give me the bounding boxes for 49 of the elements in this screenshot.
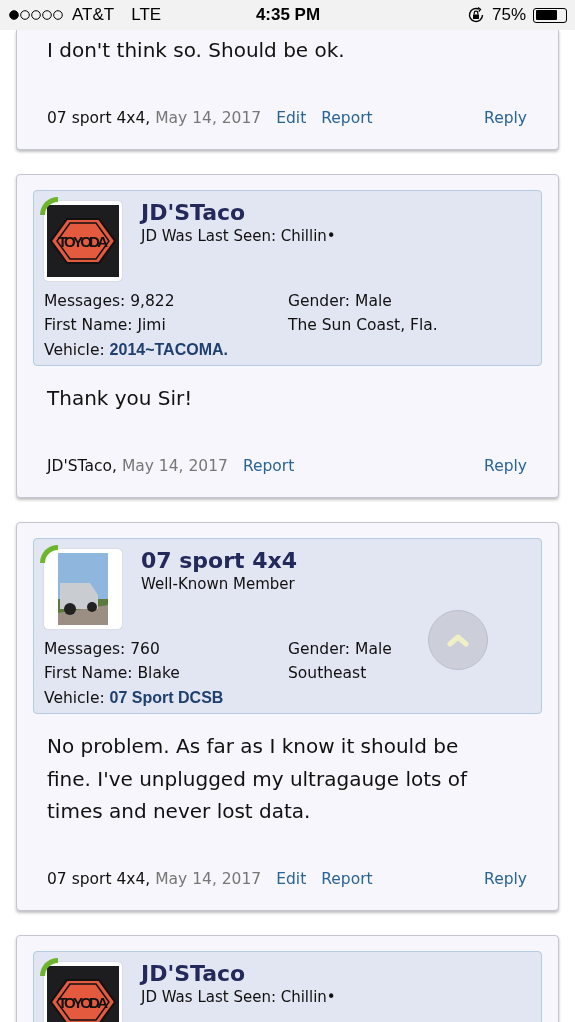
stat-value: Male bbox=[355, 639, 392, 658]
stat-value: Male bbox=[355, 291, 392, 310]
post-author: 07 sport 4x4, bbox=[47, 108, 151, 127]
stat-label: Messages: bbox=[44, 291, 126, 310]
post-action-link[interactable]: Report bbox=[321, 106, 373, 129]
username-link[interactable]: 07 sport 4x4 bbox=[141, 547, 298, 574]
stat-label: Gender: bbox=[288, 291, 351, 310]
network-label: LTE bbox=[131, 5, 162, 25]
post-date: May 14, 2017 bbox=[155, 108, 262, 127]
stat-value: Southeast bbox=[288, 664, 367, 682]
post-action-link[interactable]: Report bbox=[242, 454, 295, 477]
vehicle-link[interactable]: 2014~TACOMA. bbox=[109, 340, 228, 358]
stat-value: 9,822 bbox=[130, 291, 175, 310]
user-title: Well-Known Member bbox=[141, 573, 296, 594]
vehicle-link[interactable]: 07 Sport DCSB bbox=[109, 688, 224, 706]
post-date: May 14, 2017 bbox=[155, 869, 262, 888]
user-title: JD Was Last Seen: Chillin• bbox=[141, 225, 336, 246]
post-author: JD'STaco, bbox=[47, 456, 117, 475]
post-action-link[interactable]: Edit bbox=[276, 867, 307, 890]
battery-percentage: 75% bbox=[491, 5, 526, 25]
signal-strength-icon bbox=[9, 9, 65, 21]
user-title: JD Was Last Seen: Chillin• bbox=[141, 986, 336, 1007]
post-message: No problem. As far as I know it should be fine. I've unplugged my ultragauge lots of times and never lost data. bbox=[46, 733, 469, 825]
stat-value: 760 bbox=[130, 639, 160, 658]
stat-value: Jimi bbox=[137, 316, 166, 334]
reply-link[interactable]: Reply bbox=[484, 867, 527, 890]
post-message: I don't think so. Should be ok. bbox=[46, 37, 346, 64]
chevron-up-icon bbox=[447, 633, 469, 647]
stat-label: Gender: bbox=[288, 639, 351, 658]
post-message: Thank you Sir! bbox=[46, 385, 194, 412]
post-author: 07 sport 4x4, bbox=[47, 869, 151, 888]
clock-time: 4:35 PM bbox=[255, 5, 321, 25]
stat-label: Vehicle: bbox=[44, 688, 105, 707]
reply-link[interactable]: Reply bbox=[484, 454, 527, 477]
reply-link[interactable]: Reply bbox=[484, 106, 527, 129]
stat-label: First Name: bbox=[44, 664, 133, 682]
rotation-lock-icon bbox=[466, 6, 485, 24]
stat-label: First Name: bbox=[44, 316, 133, 334]
stat-value: Blake bbox=[137, 664, 180, 682]
post-date: May 14, 2017 bbox=[121, 456, 228, 475]
battery-icon bbox=[533, 7, 567, 23]
post-action-link[interactable]: Report bbox=[321, 867, 373, 890]
stat-label: Vehicle: bbox=[44, 340, 105, 359]
username-link[interactable]: JD'STaco bbox=[141, 199, 336, 226]
stat-label: Messages: bbox=[44, 639, 126, 658]
post-action-link[interactable]: Edit bbox=[276, 106, 307, 129]
carrier-label: AT&T bbox=[72, 5, 115, 25]
username-link[interactable]: JD'STaco bbox=[141, 960, 336, 987]
stat-value: The Sun Coast, Fla. bbox=[288, 316, 438, 334]
